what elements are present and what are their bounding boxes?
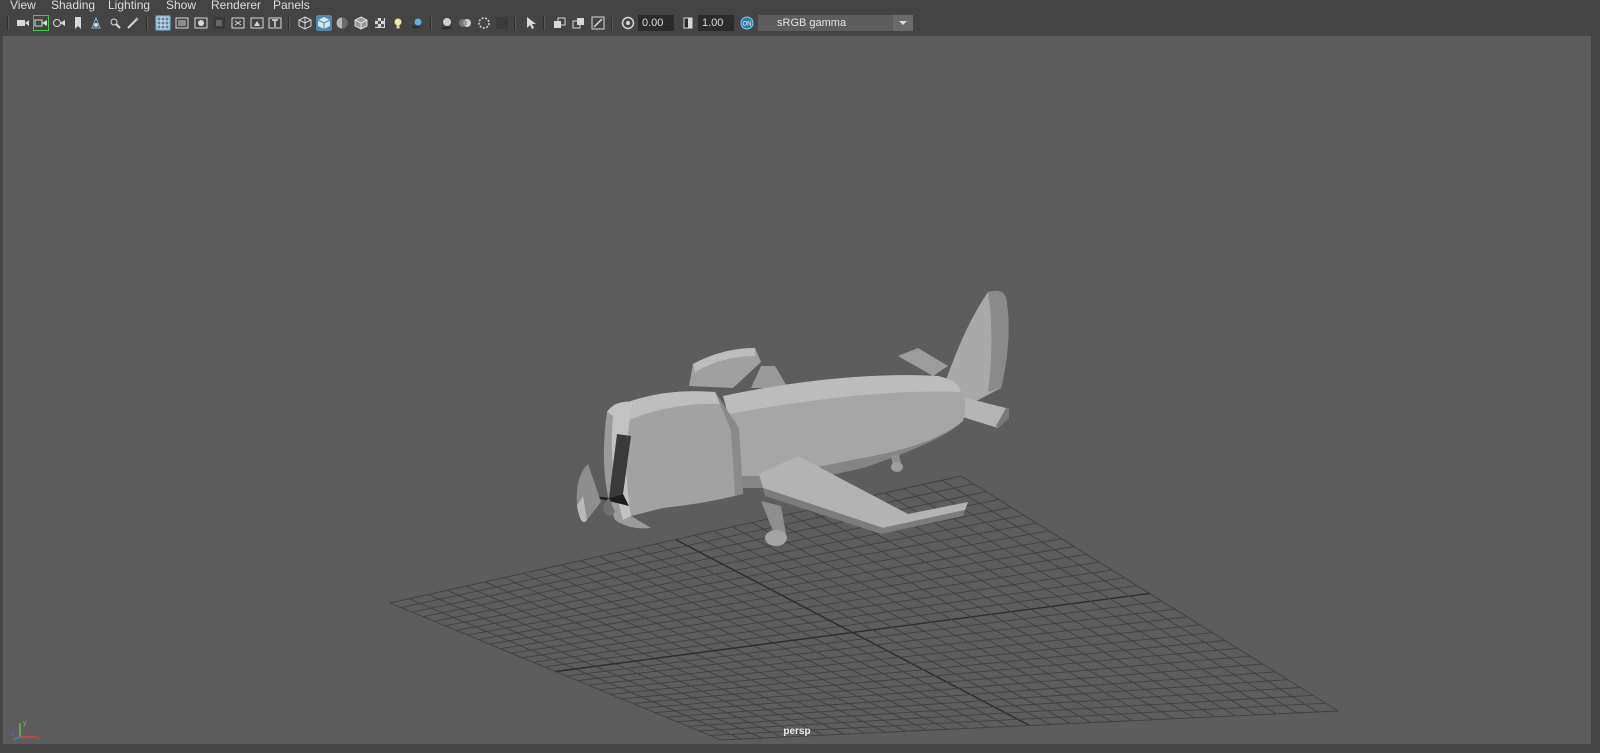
toolbar-separator: [288, 16, 290, 30]
viewport-toolbar: 0.00 1.00 ON sRGB gamma: [0, 12, 1600, 35]
depth-of-field-icon[interactable]: [494, 15, 510, 31]
2d-pan-zoom-icon[interactable]: [107, 15, 123, 31]
menu-renderer[interactable]: Renderer: [211, 0, 261, 12]
gamma-field[interactable]: 1.00: [698, 15, 734, 31]
gate-mask-icon[interactable]: [211, 15, 227, 31]
grid-line: [751, 522, 1112, 723]
chevron-down-icon[interactable]: [893, 15, 913, 31]
grid-icon[interactable]: [155, 15, 171, 31]
toolbar-separator: [543, 16, 545, 30]
toolbar-separator: [514, 16, 516, 30]
menu-lighting[interactable]: Lighting: [108, 0, 150, 12]
bookmark-icon[interactable]: [70, 15, 86, 31]
default-material-icon[interactable]: [334, 15, 350, 31]
viewport-menu-bar: View Shading Lighting Show Renderer Pane…: [0, 0, 1600, 12]
xray-components-icon[interactable]: [590, 15, 606, 31]
grid-line: [643, 655, 1251, 709]
camera-name-label: persp: [783, 726, 811, 737]
menu-view[interactable]: View: [10, 0, 36, 12]
isolate-select-icon[interactable]: [523, 15, 539, 31]
viewport-border: [0, 744, 1600, 753]
gamma-icon[interactable]: [680, 15, 696, 31]
field-chart-icon[interactable]: [230, 15, 246, 31]
viewport-border: [1591, 36, 1600, 753]
textured-icon[interactable]: [372, 15, 388, 31]
xray-icon[interactable]: [552, 15, 568, 31]
camera-attributes-icon[interactable]: [33, 15, 49, 31]
color-management-icon[interactable]: ON: [739, 15, 755, 31]
menu-shading[interactable]: Shading: [51, 0, 95, 12]
axis-x-label: x: [36, 735, 40, 742]
screen-space-ao-icon[interactable]: [439, 15, 455, 31]
resolution-gate-icon[interactable]: [193, 15, 209, 31]
airplane-model[interactable]: [576, 290, 1009, 546]
toolbar-separator: [7, 16, 9, 30]
menu-panels[interactable]: Panels: [273, 0, 310, 12]
camera-cycle-icon[interactable]: [51, 15, 67, 31]
svg-text:ON: ON: [743, 22, 752, 28]
xray-joints-icon[interactable]: [571, 15, 587, 31]
motion-blur-icon[interactable]: [457, 15, 473, 31]
colorspace-dropdown[interactable]: sRGB gamma: [758, 15, 913, 31]
exposure-field[interactable]: 0.00: [638, 15, 674, 31]
select-camera-icon[interactable]: [15, 15, 31, 31]
grid-line: [732, 526, 1092, 723]
axis-gizmo: y x z: [11, 720, 40, 742]
smooth-shade-icon[interactable]: [316, 15, 332, 31]
shaded-wireframe-icon[interactable]: [353, 15, 369, 31]
axis-z-label: z: [11, 731, 15, 738]
grid-line: [654, 663, 1263, 714]
grease-pencil-icon[interactable]: [125, 15, 141, 31]
shadows-icon[interactable]: [409, 15, 425, 31]
image-plane-icon[interactable]: [88, 15, 104, 31]
toolbar-separator: [430, 16, 432, 30]
perspective-viewport[interactable]: persp y x z: [3, 36, 1591, 744]
film-gate-icon[interactable]: [174, 15, 190, 31]
menu-show[interactable]: Show: [166, 0, 196, 12]
use-all-lights-icon[interactable]: [390, 15, 406, 31]
exposure-icon[interactable]: [620, 15, 636, 31]
scene-view[interactable]: [3, 36, 1591, 744]
axis-y-label: y: [23, 720, 27, 727]
toolbar-separator: [611, 16, 613, 30]
toolbar-separator: [146, 16, 148, 30]
wireframe-icon[interactable]: [297, 15, 313, 31]
anti-aliasing-icon[interactable]: [476, 15, 492, 31]
safe-action-icon[interactable]: [249, 15, 265, 31]
safe-title-icon[interactable]: [267, 15, 283, 31]
